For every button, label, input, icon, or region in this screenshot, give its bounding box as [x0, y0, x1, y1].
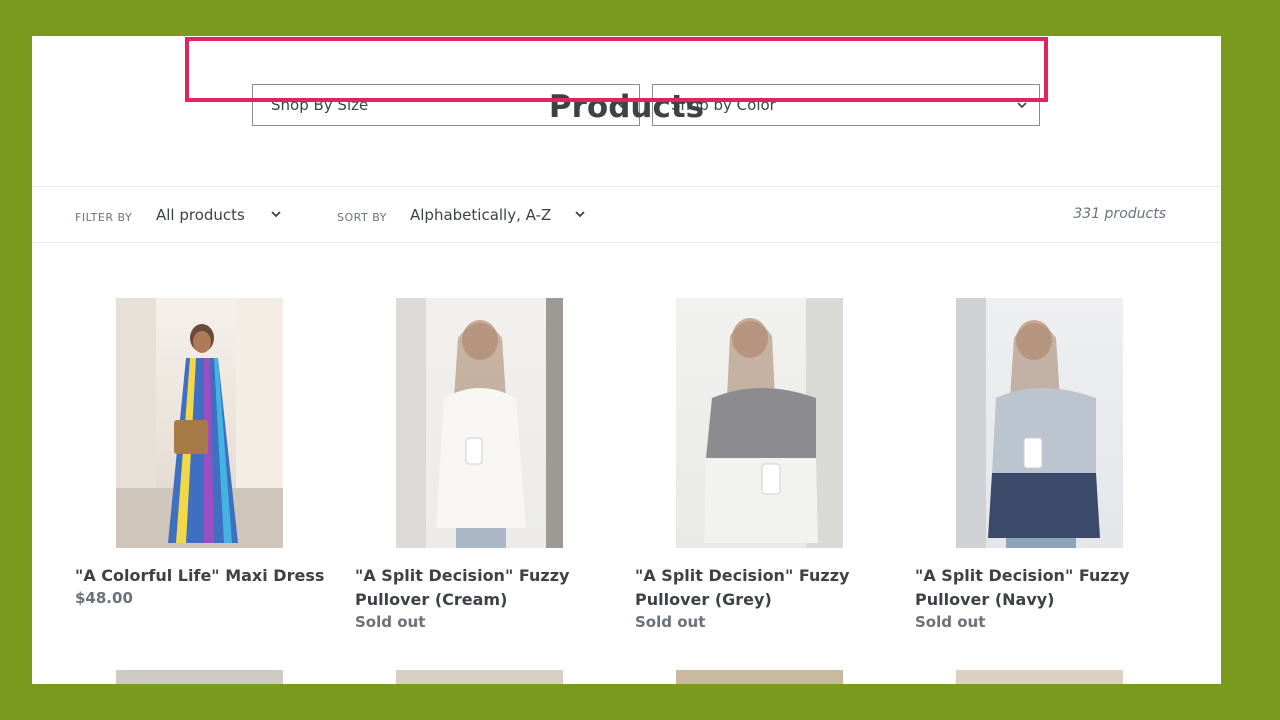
product-status: Sold out — [635, 613, 706, 631]
product-image[interactable] — [116, 298, 283, 548]
product-name[interactable]: "A Colorful Life" Maxi Dress — [75, 564, 330, 588]
cream-pullover-photo — [396, 298, 563, 548]
sort-by-label: SORT BY — [337, 211, 387, 224]
product-status: Sold out — [915, 613, 986, 631]
filter-bar: FILTER BY All products SORT BY Alphabeti… — [32, 186, 1221, 243]
product-image[interactable] — [676, 670, 843, 684]
product-name[interactable]: "A Split Decision" Fuzzy Pullover (Grey) — [635, 564, 890, 612]
product-price: $48.00 — [75, 589, 133, 607]
filter-by-label: FILTER BY — [75, 211, 133, 224]
product-status: Sold out — [355, 613, 426, 631]
collection-page: Shop By Size Shop by Color Products FILT… — [32, 36, 1221, 684]
chevron-down-icon[interactable] — [269, 208, 283, 222]
product-image[interactable] — [396, 298, 563, 548]
grey-pullover-photo — [704, 298, 843, 548]
product-image[interactable] — [396, 670, 563, 684]
product-image[interactable] — [676, 298, 843, 548]
sort-by-select[interactable]: Alphabetically, A-Z — [410, 206, 551, 224]
product-name[interactable]: "A Split Decision" Fuzzy Pullover (Cream… — [355, 564, 610, 612]
maxi-dress-photo — [116, 298, 283, 548]
product-image[interactable] — [956, 670, 1123, 684]
filter-by-select[interactable]: All products — [156, 206, 245, 224]
product-name[interactable]: "A Split Decision" Fuzzy Pullover (Navy) — [915, 564, 1170, 612]
product-image[interactable] — [116, 670, 283, 684]
page-title: Products — [548, 89, 705, 125]
navy-pullover-photo — [956, 298, 1100, 548]
product-image[interactable] — [956, 298, 1123, 548]
product-count: 331 products — [1073, 206, 1166, 222]
chevron-down-icon[interactable] — [573, 208, 587, 222]
